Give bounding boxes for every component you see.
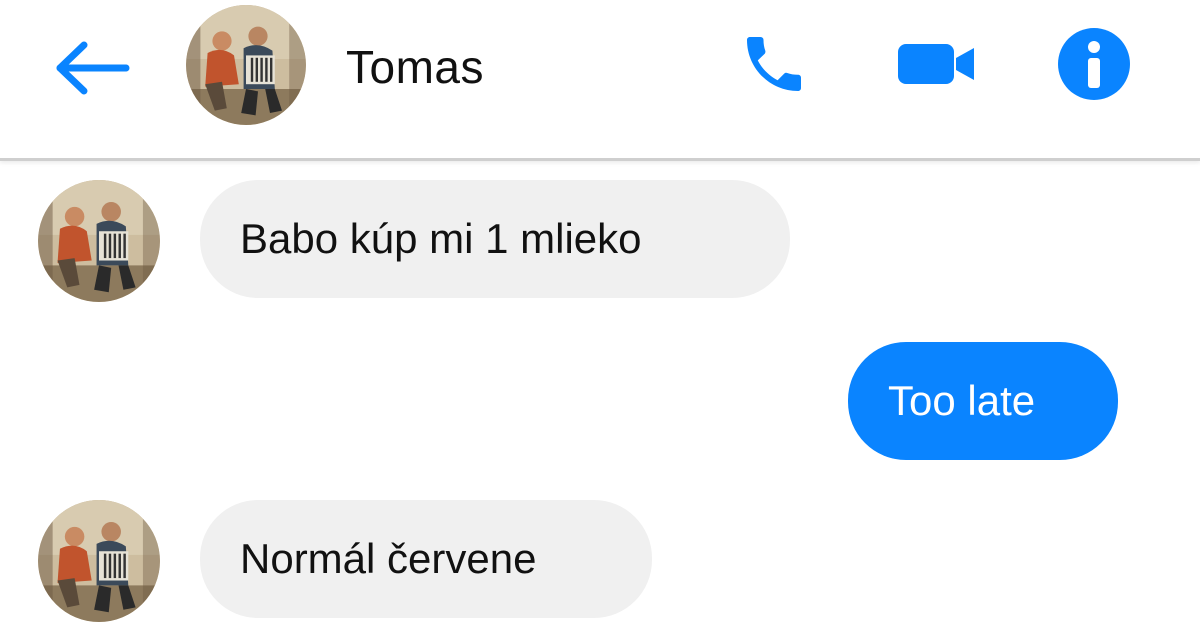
sender-avatar[interactable] — [38, 500, 160, 622]
video-camera-icon — [898, 44, 974, 84]
incoming-message-bubble[interactable]: Babo kúp mi 1 mlieko — [200, 180, 790, 298]
chat-header: Tomas — [0, 0, 1200, 161]
message-text: Babo kúp mi 1 mlieko — [240, 215, 642, 262]
contact-name[interactable]: Tomas — [346, 40, 484, 94]
chat-screen: Tomas Babo kúp mi 1 mlieko Too late Norm… — [0, 0, 1200, 630]
outgoing-message-bubble[interactable]: Too late — [848, 342, 1118, 460]
info-icon — [1058, 28, 1130, 100]
info-button[interactable] — [1054, 28, 1134, 100]
back-button[interactable] — [50, 32, 134, 104]
video-call-button[interactable] — [888, 28, 984, 100]
sender-avatar[interactable] — [38, 180, 160, 302]
contact-avatar[interactable] — [186, 5, 306, 125]
arrow-left-icon — [56, 41, 130, 95]
phone-icon — [747, 37, 801, 91]
incoming-message-bubble[interactable]: Normál červene — [200, 500, 652, 618]
message-text: Normál červene — [240, 535, 537, 582]
voice-call-button[interactable] — [734, 28, 814, 100]
message-text: Too late — [888, 377, 1036, 424]
